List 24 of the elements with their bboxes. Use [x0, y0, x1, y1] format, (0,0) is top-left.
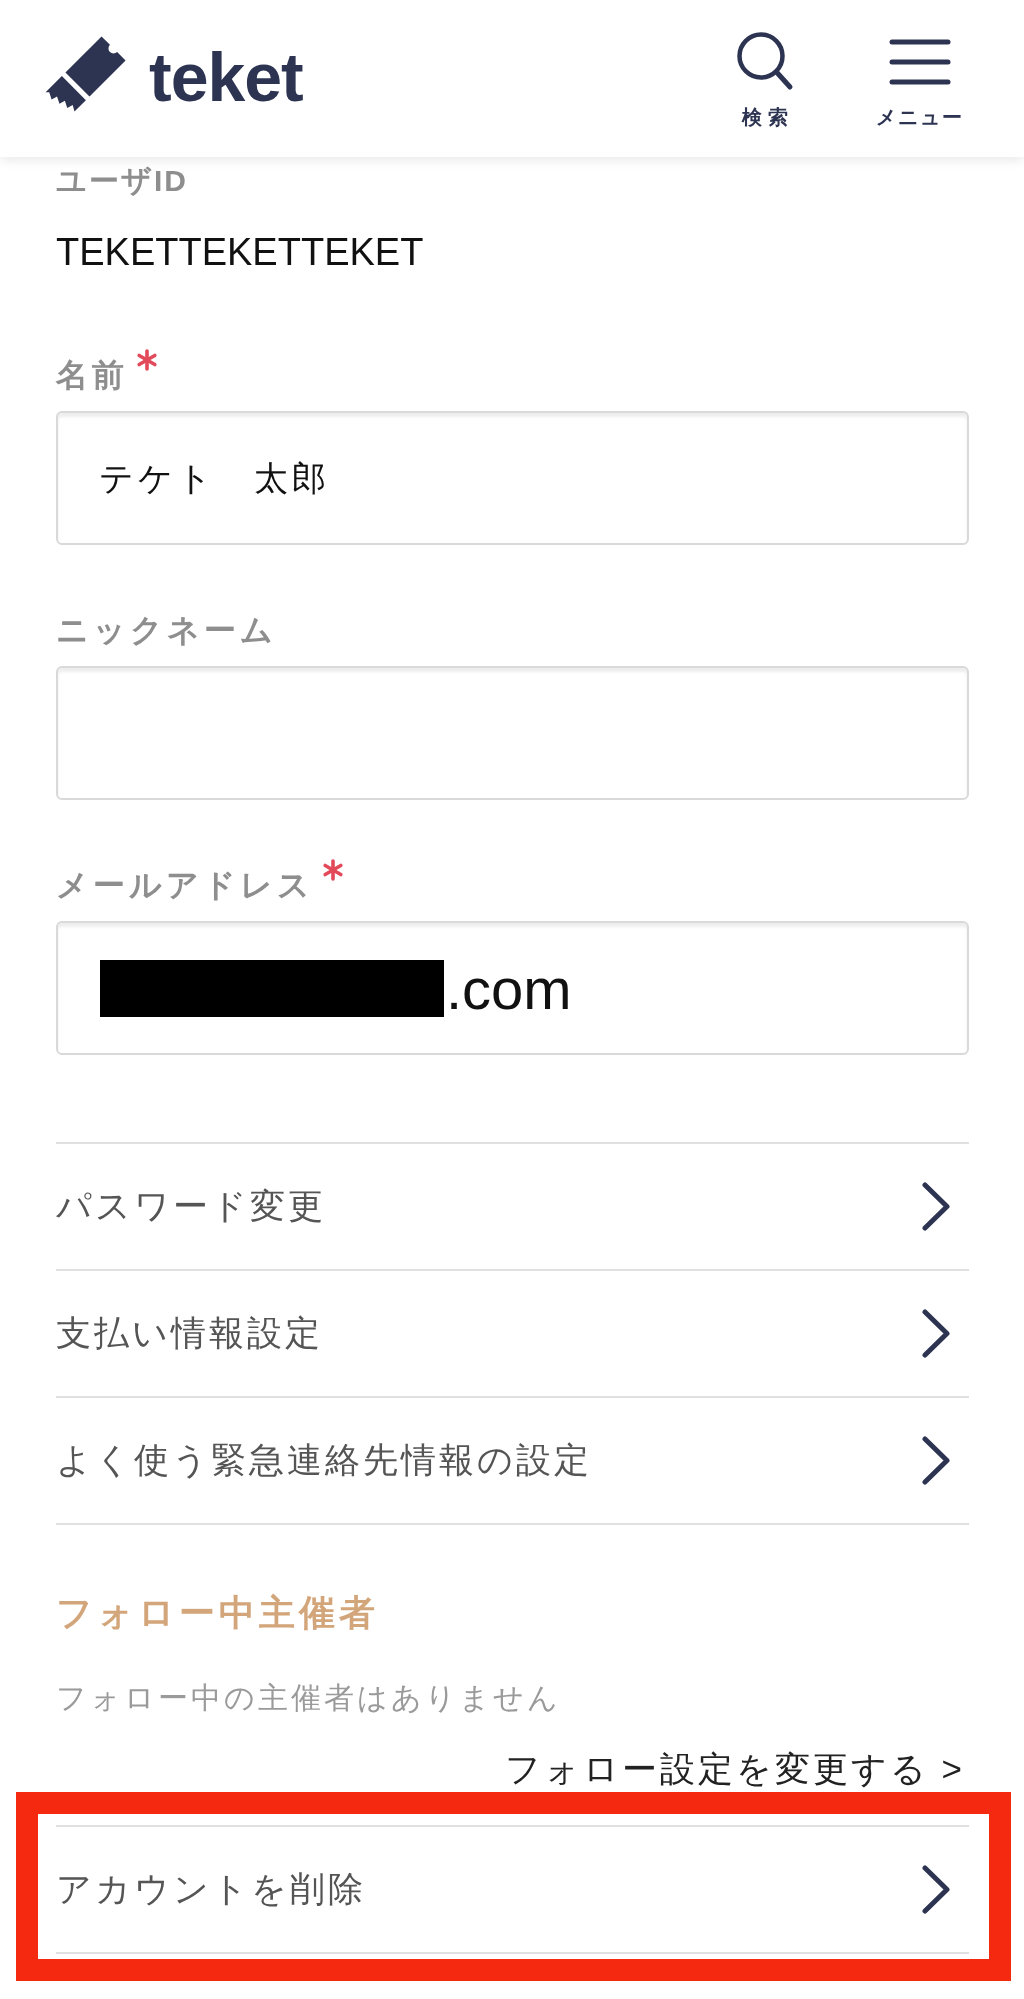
settings-link[interactable]: パスワード変更: [56, 1142, 969, 1269]
account-delete-link[interactable]: アカウントを削除: [56, 1825, 969, 1954]
input-field[interactable]: テケト 太郎: [56, 411, 969, 545]
empty-message: フォロー中の主催者はありません: [56, 1680, 561, 1716]
settings-link[interactable]: 支払い情報設定: [56, 1269, 969, 1396]
search-icon: [736, 31, 794, 91]
search-button[interactable]: 検索: [730, 31, 800, 129]
chevron-right-icon: [922, 1182, 950, 1231]
logo-wordmark: teket: [149, 38, 303, 117]
field-label: 名前: [56, 356, 128, 395]
chevron-right-icon: [922, 1865, 950, 1914]
menu-button[interactable]: メニュー: [874, 31, 966, 129]
follow-settings-link[interactable]: フォロー設定を変更する >: [504, 1748, 965, 1790]
chevron-right-icon: [922, 1309, 950, 1358]
field-label: メールアドレス: [56, 866, 314, 905]
chevron-right-icon: [922, 1436, 950, 1485]
field-label: ユーザID: [56, 163, 188, 199]
user-id-value: TEKETTEKETTEKET: [56, 230, 424, 274]
section-heading: フォロー中主催者: [56, 1591, 379, 1635]
field-label: ニックネーム: [56, 611, 277, 650]
settings-link[interactable]: よく使う緊急連絡先情報の設定: [56, 1396, 969, 1525]
menu-icon: [889, 39, 951, 85]
input-field[interactable]: .com: [56, 921, 969, 1055]
input-field[interactable]: [56, 666, 969, 800]
